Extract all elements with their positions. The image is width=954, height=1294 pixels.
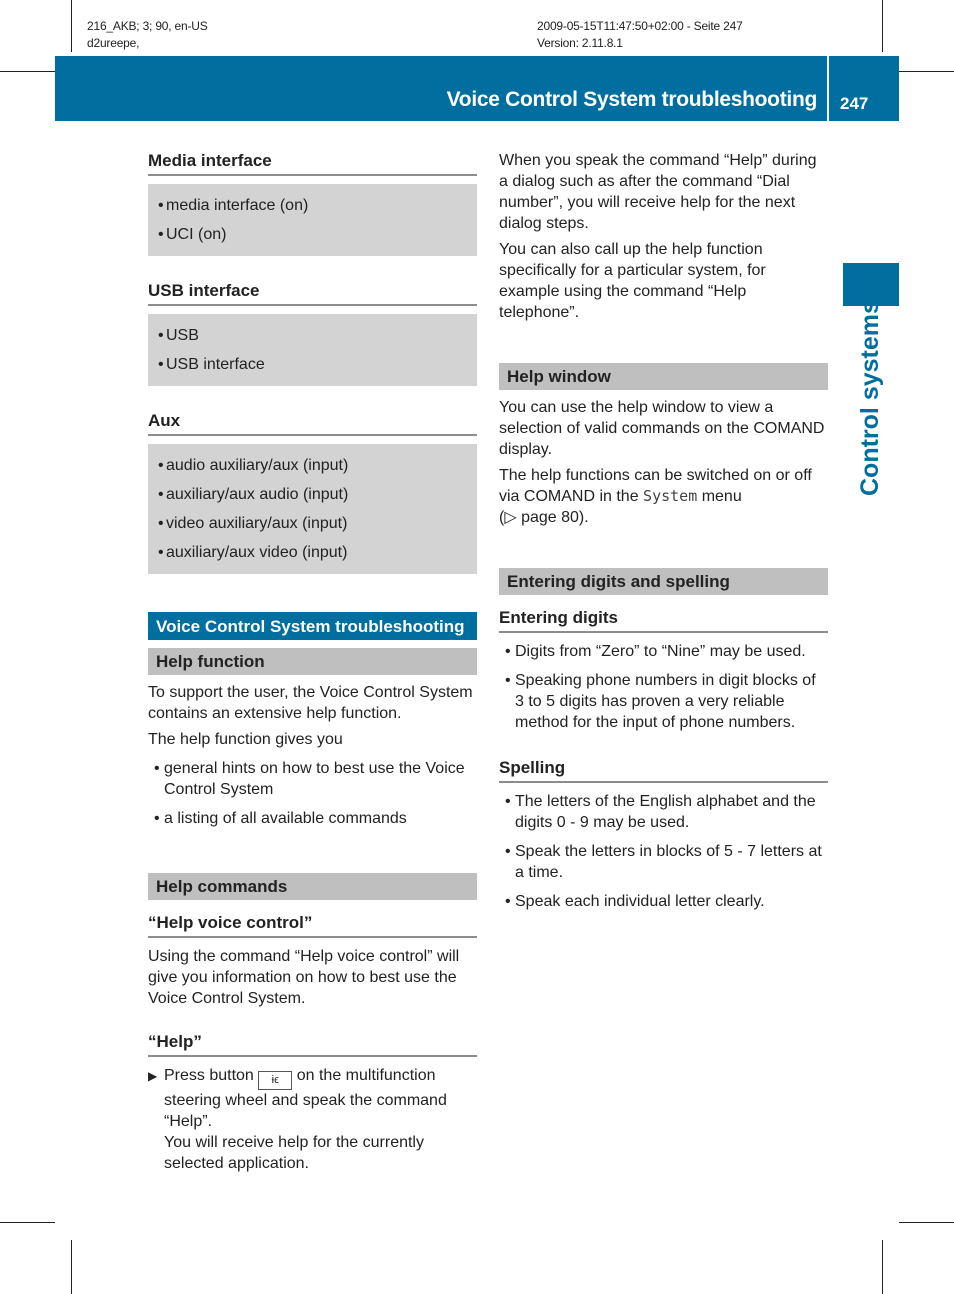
bullet: •: [505, 893, 511, 910]
bullet: •: [154, 760, 160, 777]
bullet: •: [505, 793, 511, 810]
usb-interface-commands: USB USB interface: [148, 314, 477, 386]
command-item: UCI (on): [158, 220, 477, 249]
help-heading: “Help”: [148, 1031, 477, 1057]
paragraph: When you speak the command “Help” during…: [499, 152, 817, 232]
section-title: Voice Control System troubleshooting: [148, 612, 477, 640]
header-divider: [827, 56, 829, 121]
step-result: You will receive help for the currently …: [164, 1134, 424, 1172]
list-item-text: general hints on how to best use the Voi…: [164, 760, 465, 798]
meta-line: 216_AKB; 3; 90, en-US: [87, 19, 208, 33]
media-interface-commands: media interface (on) UCI (on): [148, 184, 477, 256]
list-item-text: Speaking phone numbers in digit blocks o…: [515, 672, 816, 731]
list-item: • Digits from “Zero” to “Nine” may be use…: [499, 641, 828, 662]
aux-heading: Aux: [148, 410, 477, 436]
crop-mark: [71, 0, 72, 52]
paragraph-text: menu: [701, 488, 742, 505]
bullet: •: [505, 672, 511, 689]
print-meta-left: 216_AKB; 3; 90, en-US d2ureepe,: [87, 18, 208, 52]
meta-line: 2009-05-15T11:47:50+02:00 - Seite 247: [537, 19, 743, 33]
paragraph: The help function gives you: [148, 731, 343, 748]
paragraph: To support the user, the Voice Control S…: [148, 684, 473, 722]
spelling-heading: Spelling: [499, 757, 828, 783]
left-column: Media interface media interface (on) UCI…: [148, 150, 477, 1174]
crop-mark: [0, 1222, 55, 1223]
list-item-text: The letters of the English alphabet and …: [515, 793, 816, 831]
page-reference-link[interactable]: (▷ page 80).: [499, 509, 589, 526]
paragraph: You can also call up the help function s…: [499, 241, 766, 321]
crop-mark: [882, 1240, 883, 1294]
crop-mark: [71, 1240, 72, 1294]
command-item: USB interface: [158, 350, 477, 379]
aux-commands: audio auxiliary/aux (input) auxiliary/au…: [148, 444, 477, 574]
list-item: • Speaking phone numbers in digit blocks …: [499, 670, 828, 733]
print-meta-right: 2009-05-15T11:47:50+02:00 - Seite 247 Ve…: [537, 18, 743, 52]
step-arrow-icon: ▶: [148, 1069, 158, 1083]
crop-mark: [899, 71, 954, 72]
list-item-text: a listing of all available commands: [164, 810, 407, 827]
entering-digits-spelling-heading: Entering digits and spelling: [499, 568, 828, 595]
command-item: auxiliary/aux video (input): [158, 538, 477, 567]
voice-control-button-icon: ɨϵ: [258, 1071, 293, 1090]
paragraph: Using the command “Help voice control” w…: [148, 948, 460, 1007]
right-column: When you speak the command “Help” during…: [499, 150, 828, 912]
meta-line: Version: 2.11.8.1: [537, 36, 623, 50]
list-item: • a listing of all available commands: [148, 808, 477, 829]
system-menu-label: System: [643, 487, 698, 505]
list-item: • Speak each individual letter clearly.: [499, 891, 828, 912]
crop-mark: [0, 71, 55, 72]
page-title: Voice Control System troubleshooting: [446, 88, 818, 111]
side-tab-label: Control systems: [856, 300, 884, 496]
list-item-text: Digits from “Zero” to “Nine” may be used…: [515, 643, 806, 660]
media-interface-heading: Media interface: [148, 150, 477, 176]
command-item: media interface (on): [158, 191, 477, 220]
list-item: • general hints on how to best use the Vo…: [148, 758, 477, 800]
meta-line: d2ureepe,: [87, 36, 140, 50]
bullet: •: [505, 843, 511, 860]
list-item-text: Speak the letters in blocks of 5 - 7 let…: [515, 843, 822, 881]
list-item: • The letters of the English alphabet and…: [499, 791, 828, 833]
command-item: video auxiliary/aux (input): [158, 509, 477, 538]
crop-mark: [882, 0, 883, 52]
bullet: •: [505, 643, 511, 660]
paragraph: You can use the help window to view a se…: [499, 399, 825, 458]
list-item: • Speak the letters in blocks of 5 - 7 le…: [499, 841, 828, 883]
command-item: USB: [158, 321, 477, 350]
help-voice-control-heading: “Help voice control”: [148, 912, 477, 938]
help-window-heading: Help window: [499, 363, 828, 390]
bullet: •: [154, 810, 160, 827]
page-number: 247: [840, 94, 869, 113]
command-item: audio auxiliary/aux (input): [158, 451, 477, 480]
help-function-heading: Help function: [148, 648, 477, 675]
instruction-step: ▶ Press button ɨϵ on the multifunction st…: [148, 1065, 477, 1174]
crop-mark: [899, 1222, 954, 1223]
list-item-text: Speak each individual letter clearly.: [515, 893, 765, 910]
step-text: Press button: [164, 1067, 254, 1084]
command-item: auxiliary/aux audio (input): [158, 480, 477, 509]
entering-digits-heading: Entering digits: [499, 607, 828, 633]
usb-interface-heading: USB interface: [148, 280, 477, 306]
help-commands-heading: Help commands: [148, 873, 477, 900]
paragraph: The help functions can be switched on or…: [499, 465, 828, 528]
